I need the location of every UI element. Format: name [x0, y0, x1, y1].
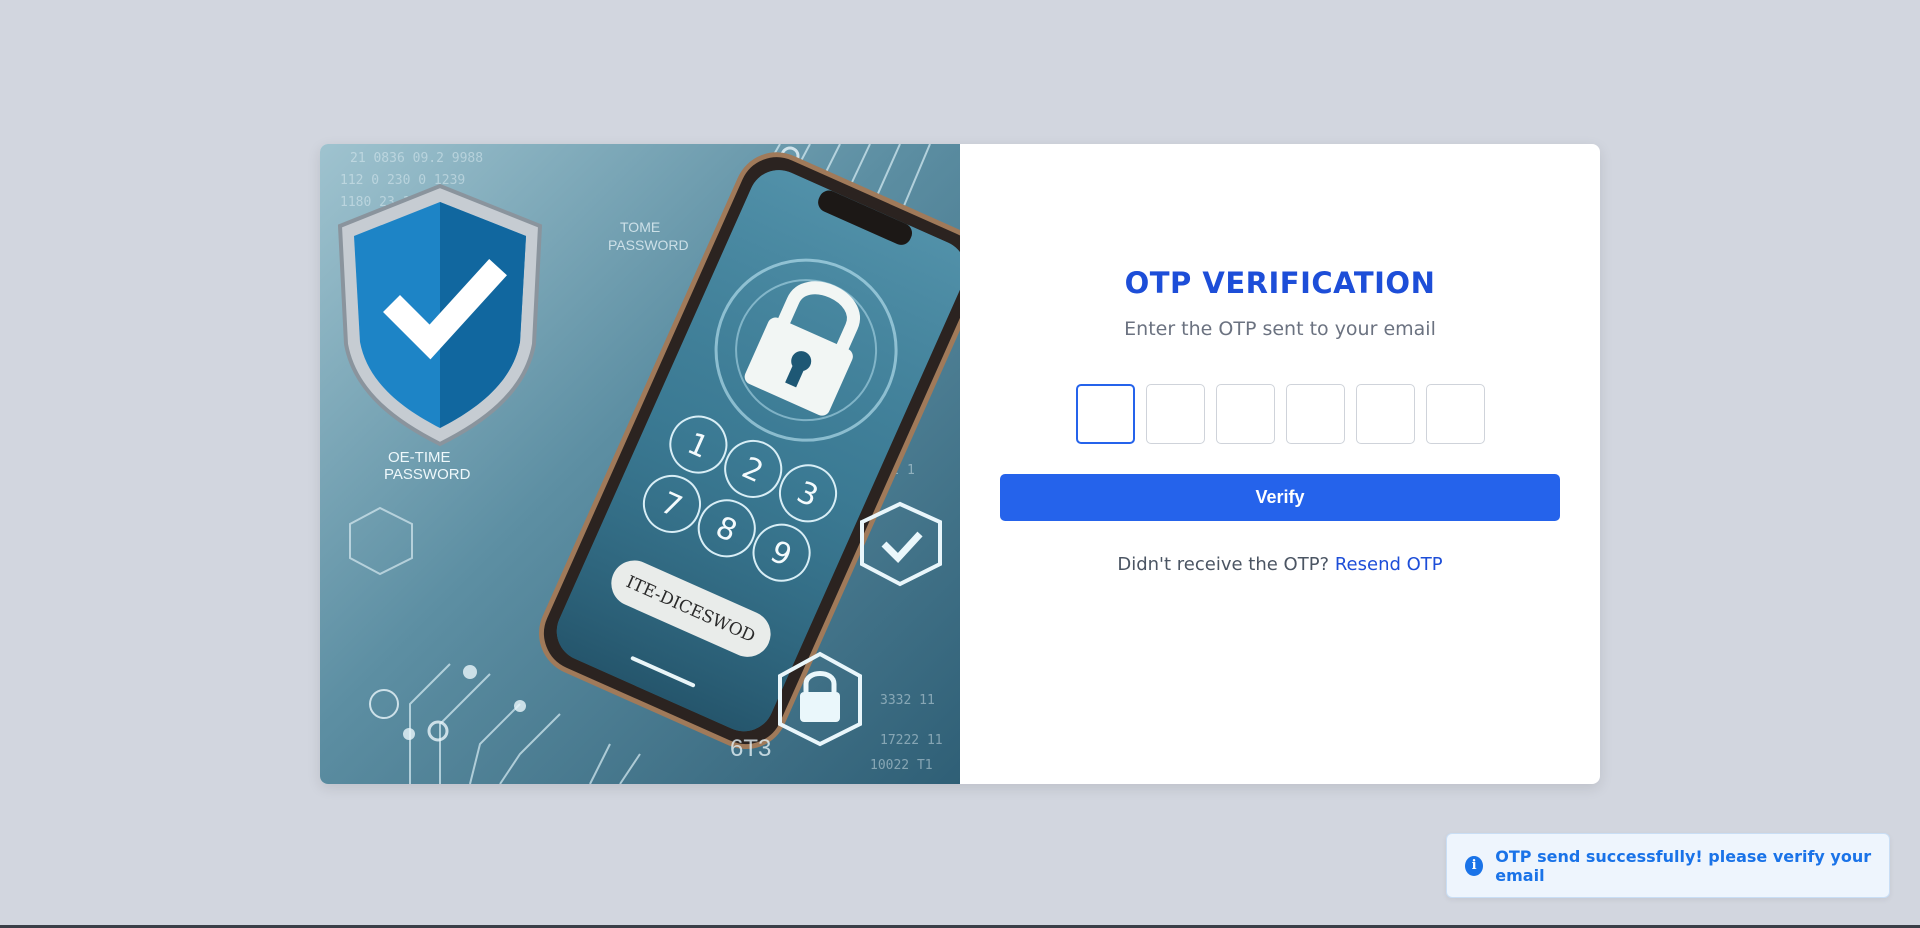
smartphone-icon: 1 2 3 7 8 9 ITE-DICESWOD: [539, 152, 960, 750]
artwork-top-text-1: TOME: [620, 219, 660, 235]
resend-otp-link[interactable]: Resend OTP: [1335, 554, 1443, 575]
lock-badge-icon: [800, 671, 840, 722]
otp-digit-3-input[interactable]: [1215, 384, 1275, 444]
shield-caption-line1: OE-TIME: [388, 449, 451, 466]
otp-form-panel: OTP VERIFICATION Enter the OTP sent to y…: [960, 144, 1600, 784]
artwork-corner-digits: 6T3: [730, 735, 771, 762]
svg-text:10022 T1: 10022 T1: [870, 758, 933, 773]
otp-illustration: 21 0836 09.2 9988 112 0 230 0 1239 1180 …: [320, 144, 960, 784]
resend-row: Didn't receive the OTP? Resend OTP: [960, 554, 1600, 575]
resend-prompt: Didn't receive the OTP?: [1117, 554, 1330, 575]
artwork-top-text-2: PASSWORD: [608, 237, 689, 253]
svg-text:3332 11: 3332 11: [880, 693, 935, 708]
otp-card: 21 0836 09.2 9988 112 0 230 0 1239 1180 …: [320, 144, 1600, 784]
otp-digit-2-input[interactable]: [1145, 384, 1205, 444]
otp-digit-6-input[interactable]: [1425, 384, 1485, 444]
otp-input-group: [960, 384, 1600, 444]
svg-text:21 0836 09.2 9988: 21 0836 09.2 9988: [350, 151, 483, 166]
check-badge-icon: [881, 531, 923, 564]
svg-text:17222 11: 17222 11: [880, 733, 943, 748]
otp-instructions: Enter the OTP sent to your email: [1124, 318, 1436, 340]
page-title: OTP VERIFICATION: [1124, 266, 1436, 300]
svg-text:112 0 230 0 1239: 112 0 230 0 1239: [340, 173, 465, 188]
verify-button[interactable]: Verify: [1000, 474, 1560, 521]
otp-digit-4-input[interactable]: [1285, 384, 1345, 444]
otp-digit-1-input[interactable]: [1075, 384, 1135, 444]
shield-caption-line2: PASSWORD: [384, 466, 471, 483]
toast-notification: i OTP send successfully! please verify y…: [1446, 833, 1890, 898]
otp-digit-5-input[interactable]: [1355, 384, 1415, 444]
info-icon: i: [1465, 855, 1484, 876]
security-artwork-image: 21 0836 09.2 9988 112 0 230 0 1239 1180 …: [337, 144, 960, 784]
toast-message: OTP send successfully! please verify you…: [1495, 846, 1872, 885]
